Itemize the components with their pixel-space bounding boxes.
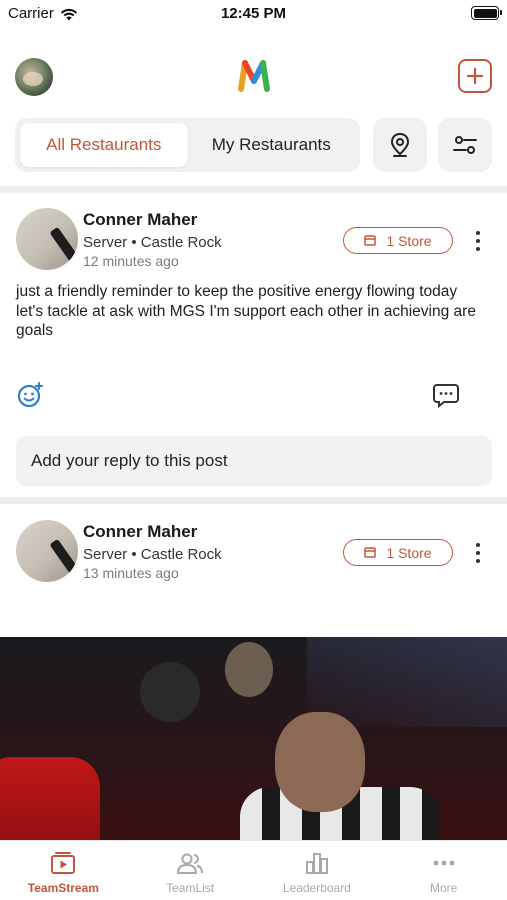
post-body: just a friendly reminder to keep the pos… — [16, 283, 476, 339]
people-icon — [177, 853, 204, 874]
post-time: 13 minutes ago — [83, 565, 179, 581]
location-button[interactable] — [373, 118, 427, 172]
post-options-button[interactable] — [470, 228, 486, 254]
store-icon — [364, 235, 377, 246]
post-card: Conner Maher Server • Castle Rock 13 min… — [0, 520, 507, 600]
author-avatar[interactable] — [16, 208, 78, 270]
plus-square-icon — [466, 67, 484, 85]
status-time: 12:45 PM — [220, 5, 287, 22]
teamstream-icon — [51, 852, 76, 874]
bar-chart-icon — [305, 853, 328, 874]
store-badge[interactable]: 1 Store — [343, 539, 453, 566]
post-role: Server • Castle Rock — [83, 546, 222, 563]
nav-teamlist[interactable]: TeamList — [127, 841, 254, 900]
store-badge-label: 1 Store — [386, 232, 432, 249]
post-card: Conner Maher Server • Castle Rock 12 min… — [0, 208, 507, 492]
nav-leaderboard[interactable]: Leaderboard — [254, 841, 381, 900]
post-time: 12 minutes ago — [83, 253, 179, 269]
add-post-button[interactable] — [458, 59, 492, 93]
restaurant-filter-row: All Restaurants My Restaurants — [15, 118, 492, 172]
post-media-image[interactable] — [0, 637, 507, 840]
app-header — [0, 55, 507, 101]
post-role: Server • Castle Rock — [83, 234, 222, 251]
m-logo-icon — [238, 60, 270, 92]
store-icon — [364, 547, 377, 558]
nav-label: More — [429, 881, 458, 895]
author-avatar[interactable] — [16, 520, 78, 582]
nav-label: Leaderboard — [282, 881, 351, 895]
nav-more[interactable]: More — [380, 841, 507, 900]
restaurant-segmented-control: All Restaurants My Restaurants — [15, 118, 360, 172]
tab-my-restaurants[interactable]: My Restaurants — [188, 123, 356, 167]
section-divider — [0, 186, 507, 193]
nav-teamstream[interactable]: TeamStream — [0, 841, 127, 900]
add-reaction-icon[interactable] — [16, 381, 44, 409]
status-bar: Carrier 12:45 PM — [0, 0, 507, 30]
battery-icon — [471, 6, 502, 20]
reply-input[interactable]: Add your reply to this post — [16, 436, 492, 486]
profile-avatar[interactable] — [15, 58, 53, 96]
filter-button[interactable] — [438, 118, 492, 172]
store-badge-label: 1 Store — [386, 544, 432, 561]
post-author[interactable]: Conner Maher — [83, 210, 197, 230]
nav-label: TeamList — [166, 881, 215, 895]
comment-icon[interactable] — [432, 381, 460, 409]
tab-all-restaurants[interactable]: All Restaurants — [20, 123, 188, 167]
location-pin-icon — [390, 132, 410, 157]
post-author[interactable]: Conner Maher — [83, 522, 197, 542]
post-options-button[interactable] — [470, 540, 486, 566]
filter-sliders-icon — [453, 136, 477, 154]
section-divider — [0, 497, 507, 504]
more-dots-icon — [433, 860, 455, 866]
bottom-navigation: TeamStream TeamList Leaderboard More — [0, 840, 507, 900]
store-badge[interactable]: 1 Store — [343, 227, 453, 254]
nav-label: TeamStream — [27, 881, 99, 895]
